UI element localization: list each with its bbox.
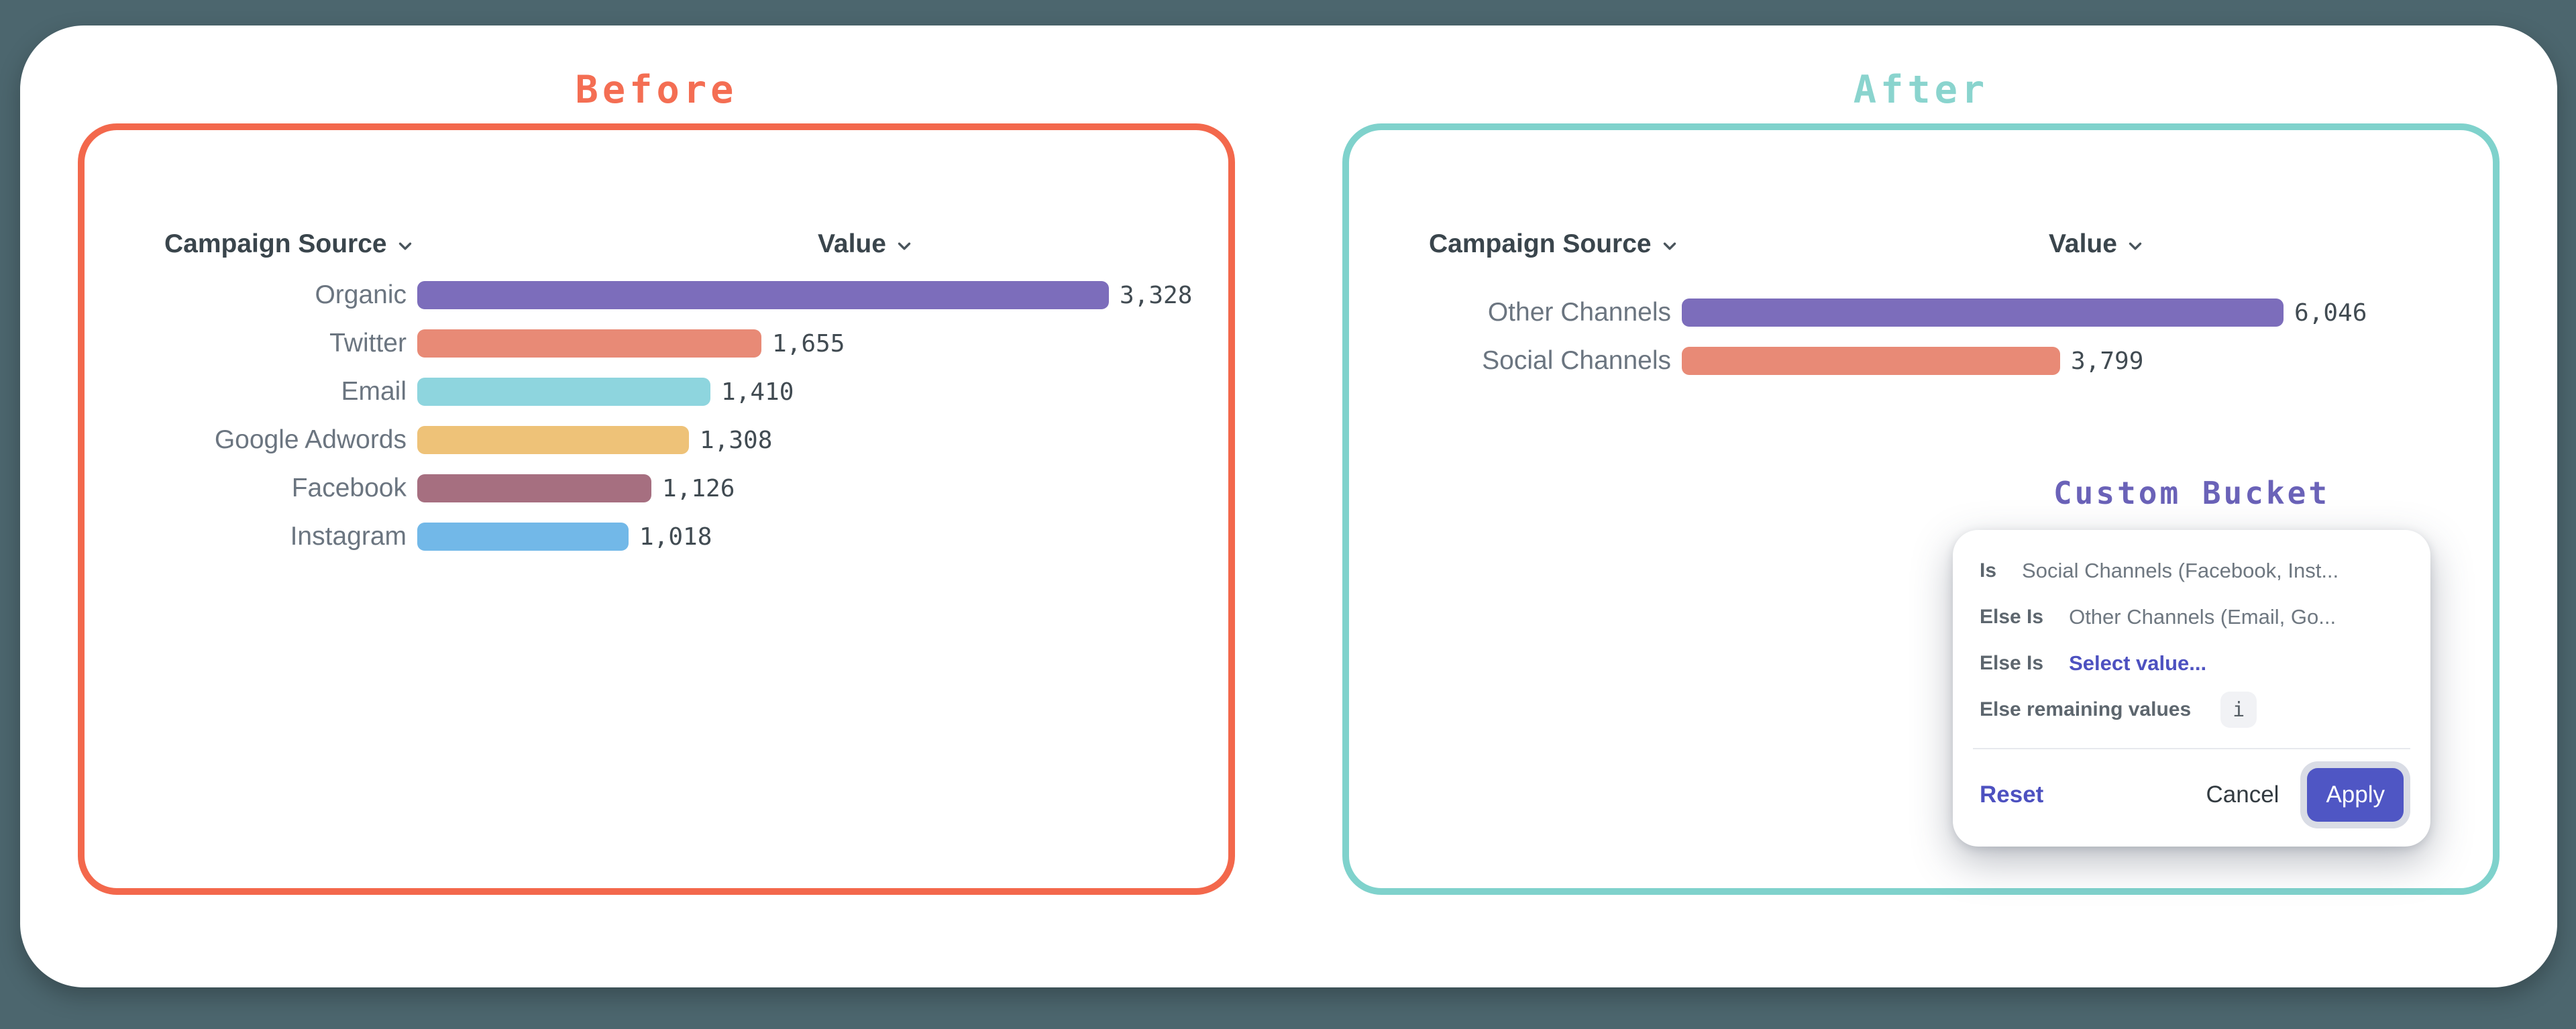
bar-table: Organic 3,328 Twitter 1,655 Email 1,410 (85, 281, 1228, 551)
column-header-campaign-source[interactable]: Campaign Source (1429, 229, 1680, 259)
table-row: Twitter 1,655 (85, 329, 1228, 358)
column-header-label: Campaign Source (1429, 229, 1652, 259)
bar-value: 3,328 (1120, 282, 1192, 309)
custom-bucket-dialog: Is Social Channels (Facebook, Inst... El… (1953, 530, 2430, 847)
row-label: Organic (85, 281, 407, 309)
bar-email[interactable] (417, 378, 710, 406)
table-row: Instagram 1,018 (85, 523, 1228, 551)
before-column: Before Campaign Source Value Organic (78, 70, 1235, 895)
custom-bucket-section: Custom Bucket Is Social Channels (Facebo… (1953, 474, 2430, 847)
bucket-rule-row[interactable]: Else Is Select value... (1980, 649, 2404, 678)
rule-keyword: Is (1980, 559, 1996, 582)
dialog-divider (1973, 748, 2410, 749)
bar-value: 1,410 (721, 378, 794, 406)
after-title: After (1342, 70, 2500, 110)
rule-keyword: Else Is (1980, 606, 2043, 629)
bar-value: 1,655 (772, 330, 845, 358)
chevron-down-icon (894, 236, 914, 256)
row-label: Social Channels (1349, 347, 1671, 375)
bar-value: 1,126 (662, 475, 735, 502)
bar-google-adwords[interactable] (417, 426, 689, 454)
bar-other-channels[interactable] (1682, 299, 2284, 327)
bar-value: 6,046 (2294, 299, 2367, 327)
column-header-value[interactable]: Value (497, 229, 1235, 259)
column-header-campaign-source[interactable]: Campaign Source (164, 229, 415, 259)
table-row: Social Channels 3,799 (1349, 347, 2493, 375)
cancel-button[interactable]: Cancel (2206, 781, 2279, 808)
after-panel: Campaign Source Value Other Channels 6,0… (1342, 123, 2500, 895)
column-header-label: Campaign Source (164, 229, 387, 259)
bar-twitter[interactable] (417, 329, 761, 358)
bucket-rule-row: Else remaining values i (1980, 696, 2404, 724)
chevron-down-icon (395, 236, 415, 256)
bucket-rule-row[interactable]: Else Is Other Channels (Email, Go... (1980, 603, 2404, 631)
bar-facebook[interactable] (417, 474, 651, 502)
custom-bucket-title: Custom Bucket (1953, 474, 2430, 512)
bar-social-channels[interactable] (1682, 347, 2060, 375)
table-row: Email 1,410 (85, 378, 1228, 406)
bar-value: 1,308 (700, 427, 772, 454)
rule-keyword: Else Is (1980, 652, 2043, 675)
column-header-label: Value (2049, 229, 2117, 259)
table-header: Campaign Source Value (1429, 229, 2493, 259)
bar-value: 3,799 (2071, 347, 2143, 375)
bar-table: Other Channels 6,046 Social Channels 3,7… (1349, 299, 2493, 375)
column-header-value[interactable]: Value (1762, 229, 2432, 259)
table-row: Facebook 1,126 (85, 474, 1228, 502)
before-panel: Campaign Source Value Organic 3,328 (78, 123, 1235, 895)
row-label: Other Channels (1349, 299, 1671, 327)
info-icon[interactable]: i (2220, 692, 2257, 728)
rule-value[interactable]: Other Channels (Email, Go... (2069, 605, 2336, 629)
row-label: Facebook (85, 474, 407, 502)
bar-organic[interactable] (417, 281, 1109, 309)
table-header: Campaign Source Value (164, 229, 1228, 259)
row-label: Google Adwords (85, 426, 407, 454)
after-column: After Campaign Source Value Other Channe… (1342, 70, 2500, 895)
row-label: Twitter (85, 329, 407, 358)
rule-keyword: Else remaining values (1980, 698, 2191, 721)
bucket-rule-row[interactable]: Is Social Channels (Facebook, Inst... (1980, 557, 2404, 585)
rule-value[interactable]: Social Channels (Facebook, Inst... (2022, 559, 2339, 583)
column-header-label: Value (818, 229, 886, 259)
row-label: Email (85, 378, 407, 406)
content-card: Before Campaign Source Value Organic (20, 25, 2557, 987)
before-title: Before (78, 70, 1235, 110)
table-row: Other Channels 6,046 (1349, 299, 2493, 327)
table-row: Organic 3,328 (85, 281, 1228, 309)
apply-button[interactable]: Apply (2307, 768, 2404, 822)
bar-instagram[interactable] (417, 523, 629, 551)
chevron-down-icon (1660, 236, 1680, 256)
chevron-down-icon (2125, 236, 2145, 256)
table-row: Google Adwords 1,308 (85, 426, 1228, 454)
reset-button[interactable]: Reset (1980, 781, 2043, 808)
select-value-link[interactable]: Select value... (2069, 651, 2206, 675)
dialog-footer: Reset Cancel Apply (1980, 768, 2404, 822)
row-label: Instagram (85, 523, 407, 551)
bar-value: 1,018 (639, 523, 712, 551)
